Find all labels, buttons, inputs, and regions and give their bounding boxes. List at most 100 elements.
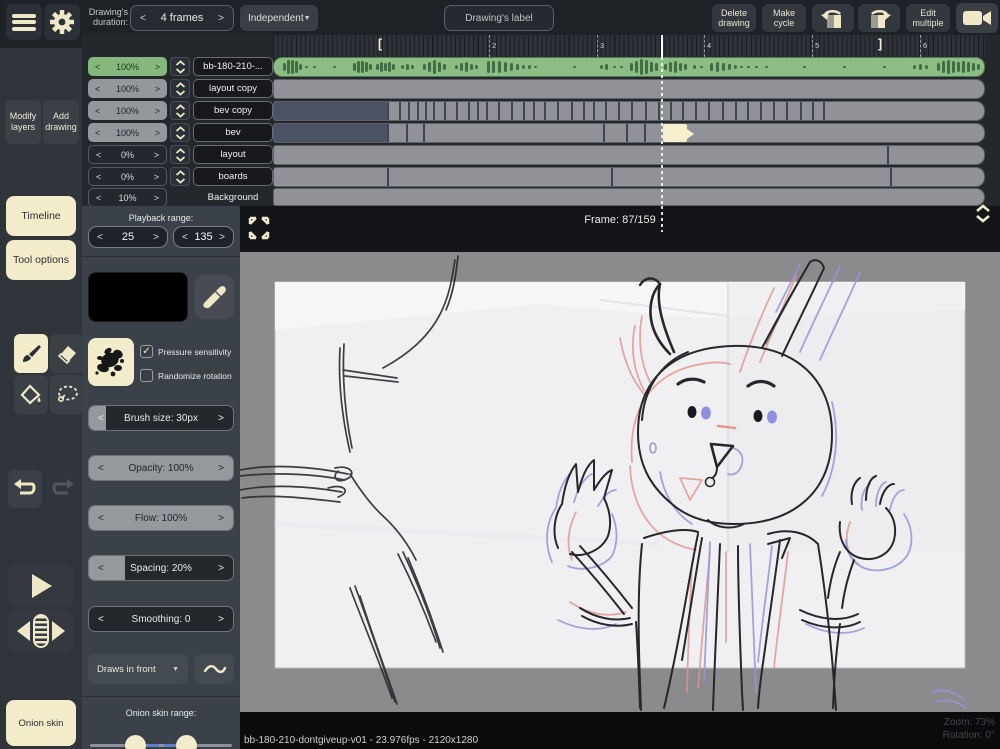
brush-size-slider[interactable]: <> Brush size: 30px	[88, 405, 234, 431]
redo-button[interactable]	[46, 470, 80, 508]
timeline-tab-button[interactable]: Timeline	[6, 196, 76, 236]
playback-start-increase[interactable]: >	[153, 232, 159, 243]
current-drawing-block[interactable]	[663, 124, 687, 142]
timeline-ruler[interactable]: 23456[]	[273, 35, 985, 57]
layer-name-3[interactable]: bev	[193, 123, 273, 142]
drawings-label-button[interactable]: Drawing's label	[444, 5, 554, 31]
color-swatch[interactable]	[88, 272, 188, 322]
play-button[interactable]	[8, 565, 74, 607]
randomize-rotation-checkbox[interactable]	[140, 369, 153, 382]
undo-button[interactable]	[8, 470, 42, 508]
flip-forward-button[interactable]	[858, 4, 900, 32]
pressure-sensitivity-checkbox[interactable]: ✓	[140, 345, 153, 358]
layer-reorder-control[interactable]	[170, 123, 190, 142]
timeline-collapse-button[interactable]	[969, 199, 997, 229]
playback-end-decrease[interactable]: <	[182, 232, 188, 243]
playback-end-increase[interactable]: >	[219, 232, 225, 243]
layer-track-3[interactable]	[273, 123, 985, 143]
brush-tool-button[interactable]	[14, 334, 48, 373]
layer-name-4[interactable]: layout	[193, 145, 273, 164]
opacity-slider[interactable]: <> Opacity: 100%	[88, 455, 234, 481]
settings-button[interactable]	[44, 4, 80, 40]
opacity-increase[interactable]: >	[155, 128, 160, 138]
duration-decrease[interactable]: <	[140, 13, 146, 24]
layer-track-0[interactable]	[273, 57, 985, 77]
frame-scrubber[interactable]	[8, 610, 74, 652]
opacity-increase[interactable]: >	[155, 84, 160, 94]
layer-opacity-stepper[interactable]: <100%>	[88, 123, 167, 142]
menu-button[interactable]	[6, 4, 42, 40]
layer-reorder-control[interactable]	[170, 167, 190, 186]
add-drawing-button[interactable]: Add drawing	[43, 100, 79, 144]
layer-name-0[interactable]: bb-180-210-...	[193, 57, 273, 76]
layer-track-1[interactable]	[273, 79, 985, 99]
draws-in-front-dropdown[interactable]: Draws in front ▼	[88, 654, 188, 684]
layer-opacity-stepper[interactable]: <0%>	[88, 145, 167, 164]
layer-name-5[interactable]: boards	[193, 167, 273, 186]
playback-end-stepper[interactable]: < 135 >	[173, 226, 234, 248]
playback-out-bracket[interactable]: ]	[878, 36, 882, 51]
modify-layers-button[interactable]: Modify layers	[5, 100, 41, 144]
layer-reorder-control[interactable]	[170, 101, 190, 120]
layer-opacity-stepper[interactable]: <100%>	[88, 101, 167, 120]
onion-range-handle-after[interactable]	[176, 735, 197, 749]
onion-skin-button[interactable]: Onion skin	[6, 700, 76, 746]
layer-opacity-stepper[interactable]: <100%>	[88, 79, 167, 98]
layer-name-1[interactable]: layout copy	[193, 79, 273, 98]
opacity-decrease[interactable]: <	[95, 62, 100, 72]
flow-slider[interactable]: <> Flow: 100%	[88, 505, 234, 531]
eraser-tool-button[interactable]	[50, 334, 84, 373]
flip-back-button[interactable]	[812, 4, 854, 32]
layer-name-2[interactable]: bev copy	[193, 101, 273, 120]
opacity-increase[interactable]: >	[154, 172, 159, 182]
playback-start-decrease[interactable]: <	[97, 232, 103, 243]
brush-tip-preview[interactable]	[88, 338, 134, 386]
tool-options-tab-button[interactable]: Tool options	[6, 240, 76, 280]
opacity-increase[interactable]: >	[155, 106, 160, 116]
layer-track-5[interactable]	[273, 167, 985, 187]
opacity-decrease[interactable]: <	[95, 106, 100, 116]
drawing-extend-handle[interactable]	[687, 129, 699, 139]
playback-in-bracket[interactable]: [	[378, 36, 382, 51]
layer-reorder-control[interactable]	[170, 79, 190, 98]
scrub-handle[interactable]	[33, 614, 49, 648]
camera-button[interactable]	[956, 3, 998, 33]
layer-opacity-stepper[interactable]: <10%>	[88, 188, 167, 207]
lasso-tool-button[interactable]	[50, 375, 84, 414]
drawing-canvas[interactable]	[240, 252, 1000, 712]
layer-mode-dropdown[interactable]: Independent ▼	[240, 5, 318, 31]
opacity-decrease[interactable]: <	[95, 84, 100, 94]
playhead-marker[interactable]	[661, 35, 663, 57]
layer-track-4[interactable]	[273, 145, 985, 165]
spacing-slider[interactable]: <> Spacing: 20%	[88, 555, 234, 581]
layer-reorder-control[interactable]	[170, 145, 190, 164]
pressure-sensitivity-row[interactable]: ✓ Pressure sensitivity	[140, 345, 231, 358]
layer-track-2[interactable]	[273, 101, 985, 121]
opacity-increase[interactable]: >	[155, 62, 160, 72]
opacity-increase[interactable]: >	[154, 150, 159, 160]
randomize-rotation-row[interactable]: Randomize rotation	[140, 369, 232, 382]
drawing-duration-stepper[interactable]: < 4 frames >	[130, 5, 234, 31]
opacity-decrease[interactable]: <	[96, 193, 101, 203]
opacity-increase[interactable]: >	[154, 193, 159, 203]
smoothing-slider[interactable]: <> Smoothing: 0	[88, 606, 234, 632]
opacity-decrease[interactable]: <	[96, 172, 101, 182]
playhead-line[interactable]	[661, 57, 663, 206]
duration-increase[interactable]: >	[218, 13, 224, 24]
onion-range-track[interactable]	[90, 744, 232, 747]
fill-tool-button[interactable]	[14, 375, 48, 414]
playback-start-stepper[interactable]: < 25 >	[88, 226, 168, 248]
layer-name-6[interactable]: Background	[193, 188, 273, 207]
layer-opacity-stepper[interactable]: <100%>	[88, 57, 167, 76]
delete-drawing-button[interactable]: Delete drawing	[712, 4, 756, 32]
layer-opacity-stepper[interactable]: <0%>	[88, 167, 167, 186]
eyedropper-button[interactable]	[195, 275, 234, 319]
opacity-decrease[interactable]: <	[96, 150, 101, 160]
edit-multiple-button[interactable]: Edit multiple	[906, 4, 950, 32]
make-cycle-button[interactable]: Make cycle	[762, 4, 806, 32]
opacity-decrease[interactable]: <	[95, 128, 100, 138]
onion-range-handle-before[interactable]	[125, 735, 146, 749]
fullscreen-canvas-button[interactable]	[246, 214, 272, 242]
layer-reorder-control[interactable]	[170, 57, 190, 76]
stroke-style-button[interactable]	[195, 654, 234, 684]
